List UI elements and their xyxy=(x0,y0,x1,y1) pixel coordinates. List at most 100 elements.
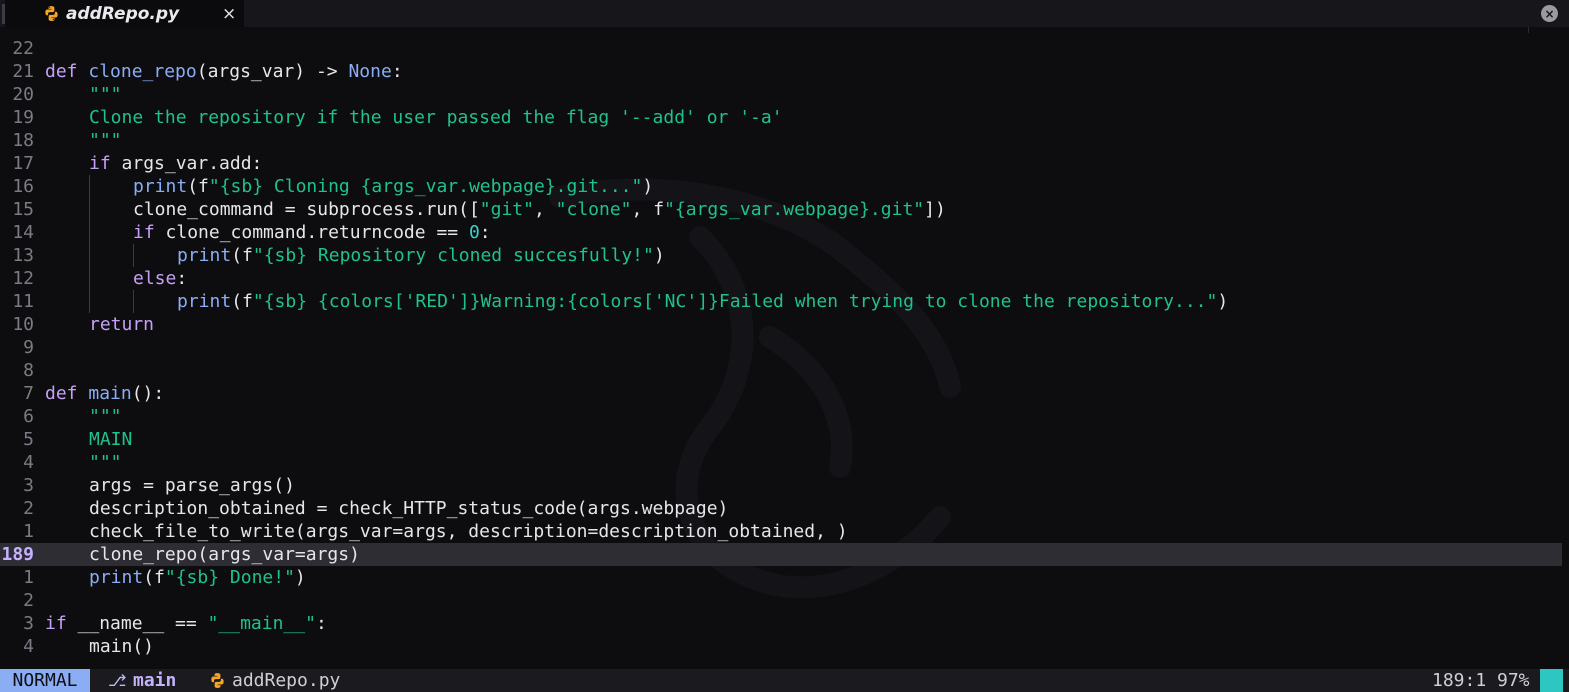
code-line[interactable]: 3 args = parse_args() xyxy=(0,474,1569,497)
line-number: 6 xyxy=(23,406,34,427)
code-line[interactable]: 2 description_obtained = check_HTTP_statu… xyxy=(0,497,1569,520)
line-number: 20 xyxy=(12,84,34,105)
line-number: 3 xyxy=(23,475,34,496)
code-token: (f xyxy=(187,176,209,197)
code-token: ) xyxy=(294,567,306,588)
code-token: """ xyxy=(89,130,122,151)
code-line[interactable]: 12 else: xyxy=(0,267,1569,290)
code-line[interactable]: 21 def clone_repo(args_var) -> None: xyxy=(0,60,1569,83)
code-line[interactable]: 14 if clone_command.returncode == 0: xyxy=(0,221,1569,244)
code-line-current[interactable]: 189 clone_repo(args_var=args) xyxy=(0,543,1562,566)
code-token: """ xyxy=(89,452,122,473)
code-token: (f xyxy=(143,567,165,588)
code-line[interactable]: 3 if __name__ == "__main__": xyxy=(0,612,1569,635)
line-number: 4 xyxy=(23,452,34,473)
code-token: print xyxy=(89,567,144,588)
code-token: main xyxy=(88,383,132,404)
code-line[interactable]: 16 print(f"{sb} Cloning {args_var.webpage… xyxy=(0,175,1569,198)
code-text: def clone_repo(args_var) -> None: xyxy=(45,60,403,83)
code-text: print(f"{sb} Done!") xyxy=(89,566,306,589)
code-line[interactable]: 4 """ xyxy=(0,451,1569,474)
code-token: clone_repo(args_var=args) xyxy=(89,544,360,565)
code-text: MAIN xyxy=(89,428,132,451)
code-editor[interactable]: 22 21 def clone_repo(args_var) -> None: 20 "… xyxy=(0,37,1569,669)
code-line[interactable]: 8 xyxy=(0,359,1569,382)
code-token: clone_repo xyxy=(88,61,197,82)
code-line[interactable]: 1 check_file_to_write(args_var=args, desc… xyxy=(0,520,1569,543)
code-token: , f xyxy=(631,199,665,220)
code-token: ) xyxy=(653,245,665,266)
code-line[interactable]: 15 clone_command = subprocess.run(["git",… xyxy=(0,198,1569,221)
line-number: 3 xyxy=(23,613,34,634)
indent-guide xyxy=(89,290,90,313)
indent-guide xyxy=(89,244,90,267)
mode-indicator: NORMAL xyxy=(0,669,90,692)
code-token: "__main__" xyxy=(207,613,316,634)
tab-close-icon[interactable]: × xyxy=(222,4,236,24)
code-token: : xyxy=(315,613,327,634)
code-line[interactable]: 5 MAIN xyxy=(0,428,1569,451)
code-line[interactable]: 4 main() xyxy=(0,635,1569,658)
python-file-icon xyxy=(211,673,224,688)
code-token: clone_command.returncode == xyxy=(165,222,469,243)
status-line: NORMAL ⎇ main addRepo.py 189:1 97% xyxy=(0,669,1569,692)
code-token: (f xyxy=(231,245,253,266)
code-token: MAIN xyxy=(89,429,133,450)
code-token: "{sb} Cloning {args_var.webpage}.git..." xyxy=(208,176,643,197)
code-token: "{args_var.webpage}.git" xyxy=(664,199,925,220)
status-filename: addRepo.py xyxy=(232,670,341,691)
code-token: (f xyxy=(231,291,253,312)
indent-guide xyxy=(89,198,90,221)
code-token: "{sb} Done!" xyxy=(164,567,295,588)
code-token: ) xyxy=(1217,291,1229,312)
code-line[interactable]: 10 return xyxy=(0,313,1569,336)
code-token: "clone" xyxy=(555,199,632,220)
line-number: 11 xyxy=(12,291,34,312)
code-line[interactable]: 2 xyxy=(0,589,1569,612)
code-token: : xyxy=(479,222,491,243)
code-line[interactable]: 20 """ xyxy=(0,83,1569,106)
code-token: : xyxy=(176,268,188,289)
line-number: 1 xyxy=(23,567,34,588)
tab-addrepo[interactable]: addRepo.py × xyxy=(5,0,244,27)
line-number: 4 xyxy=(23,636,34,657)
code-token: args = parse_args() xyxy=(89,475,295,496)
line-number: 7 xyxy=(23,383,34,404)
code-token: print xyxy=(133,176,188,197)
code-text: check_file_to_write(args_var=args, descr… xyxy=(89,520,848,543)
git-branch-icon: ⎇ xyxy=(108,671,127,690)
code-token: "git" xyxy=(479,199,534,220)
line-number: 189 xyxy=(1,544,34,565)
window-close-icon[interactable]: × xyxy=(1541,5,1558,22)
line-number: 18 xyxy=(12,130,34,151)
code-line[interactable]: 11 print(f"{sb} {colors['RED']}Warning:{c… xyxy=(0,290,1569,313)
code-token: if xyxy=(133,222,166,243)
indent-guide xyxy=(89,175,90,198)
code-token: print xyxy=(177,291,232,312)
code-line[interactable]: 9 xyxy=(0,336,1569,359)
code-line[interactable]: 7 def main(): xyxy=(0,382,1569,405)
code-token: clone_command = subprocess.run([ xyxy=(133,199,480,220)
line-number: 14 xyxy=(12,222,34,243)
code-line[interactable]: 19 Clone the repository if the user passe… xyxy=(0,106,1569,129)
code-token: else xyxy=(133,268,177,289)
code-line[interactable]: 13 print(f"{sb} Repository cloned succesf… xyxy=(0,244,1569,267)
code-token: (): xyxy=(131,383,165,404)
code-line[interactable]: 6 """ xyxy=(0,405,1569,428)
code-line[interactable]: 18 """ xyxy=(0,129,1569,152)
code-line[interactable]: 22 xyxy=(0,37,1569,60)
line-number: 9 xyxy=(23,337,34,358)
indent-guide xyxy=(89,221,90,244)
code-line[interactable]: 1 print(f"{sb} Done!") xyxy=(0,566,1569,589)
code-token: """ xyxy=(89,84,122,105)
code-token: check_file_to_write(args_var=args, descr… xyxy=(89,521,848,542)
code-line[interactable]: 17 if args_var.add: xyxy=(0,152,1569,175)
code-token: return xyxy=(89,314,155,335)
code-token: """ xyxy=(89,406,122,427)
code-token: Clone the repository if the user passed … xyxy=(89,107,783,128)
code-text: if clone_command.returncode == 0: xyxy=(133,221,491,244)
code-text: main() xyxy=(89,635,154,658)
line-number: 12 xyxy=(12,268,34,289)
code-text: clone_command = subprocess.run(["git", "… xyxy=(133,198,946,221)
code-text: """ xyxy=(89,129,122,152)
